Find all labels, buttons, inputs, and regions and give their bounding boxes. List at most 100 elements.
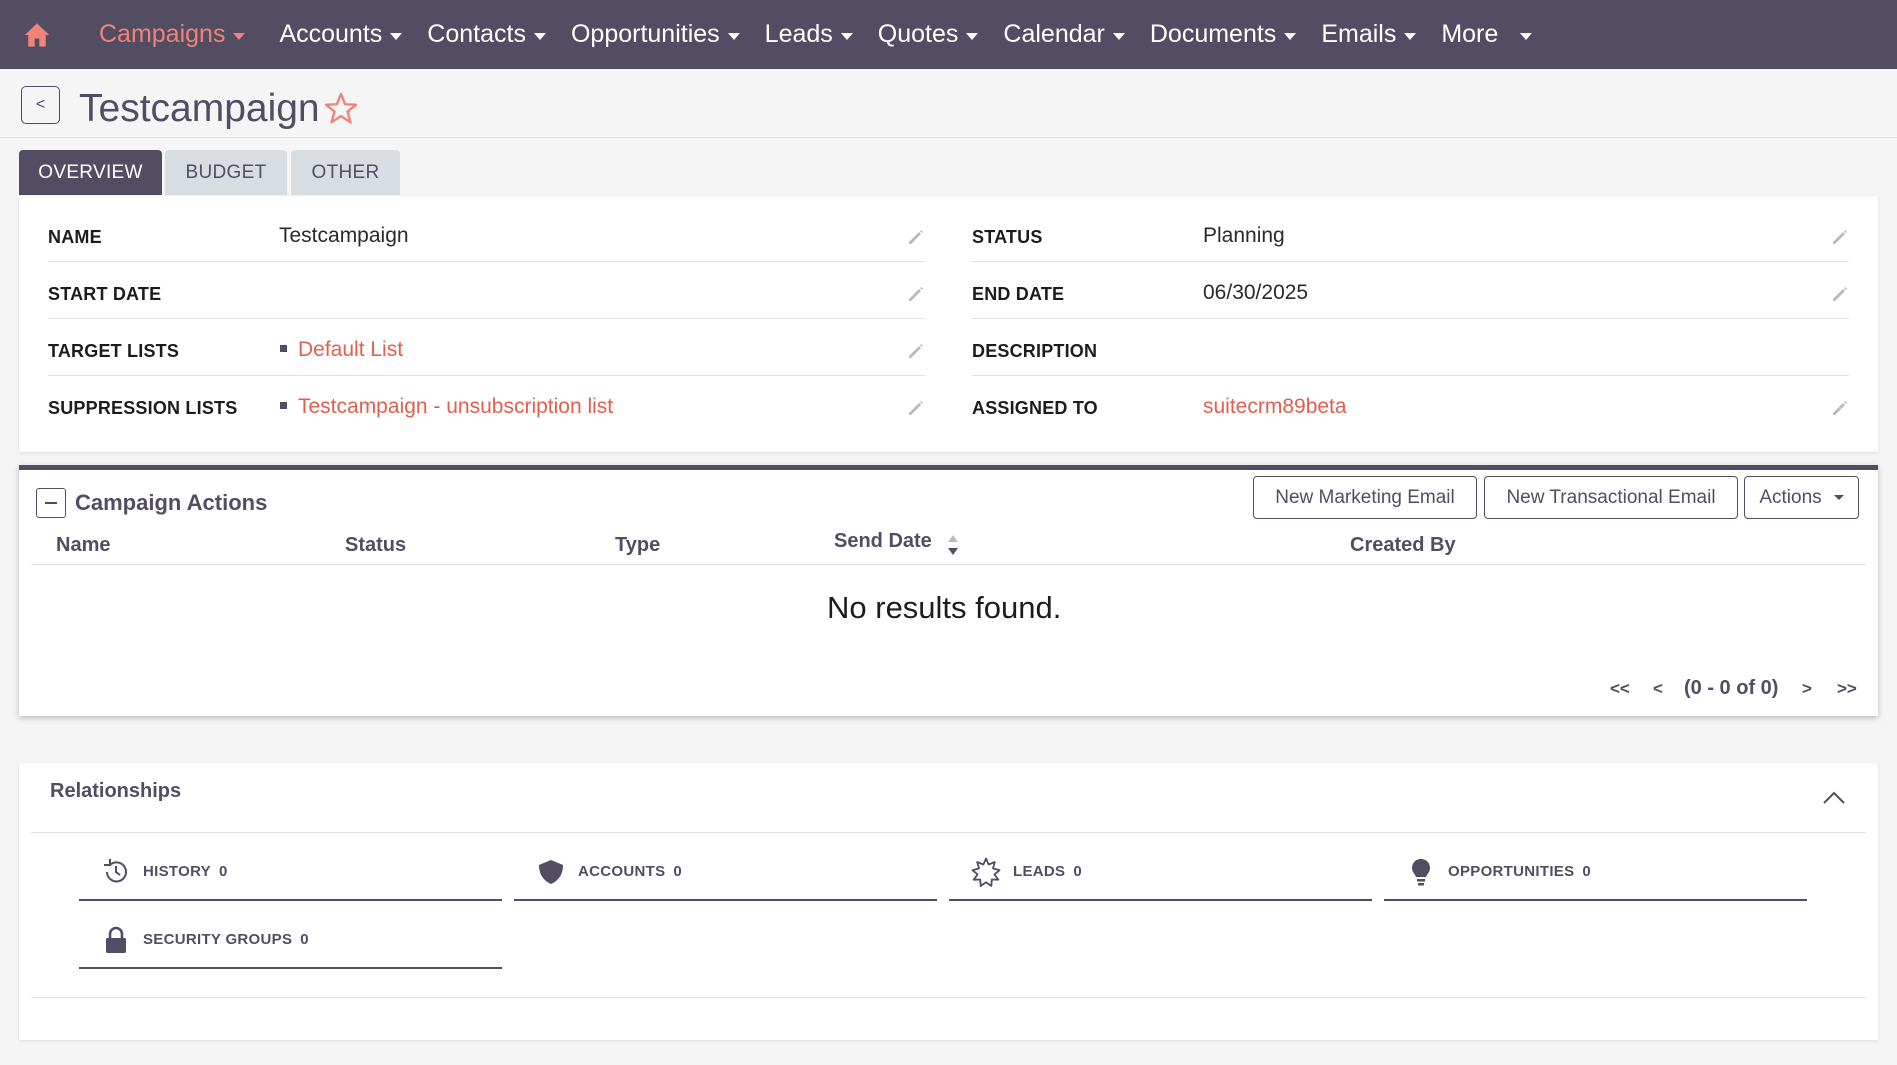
tab-label: OVERVIEW: [38, 161, 143, 183]
row-divider: [972, 261, 1849, 262]
edit-pencil-icon[interactable]: [1830, 398, 1850, 418]
chevron-up-icon[interactable]: [1822, 789, 1846, 805]
first-page-button[interactable]: <<: [1610, 679, 1630, 699]
nav-item-label: Calendar: [1003, 20, 1105, 48]
relationship-accounts[interactable]: ACCOUNTS 0: [514, 845, 937, 901]
button-label: New Marketing Email: [1275, 486, 1455, 508]
nav-item-label: Quotes: [877, 20, 959, 48]
relationships-bottom-divider: [31, 997, 1866, 998]
new-transactional-email-button[interactable]: New Transactional Email: [1484, 476, 1738, 519]
nav-item-accounts[interactable]: Accounts: [279, 0, 403, 69]
chevron-down-icon: [966, 32, 979, 40]
button-label: Actions: [1759, 486, 1822, 508]
nav-item-label: Accounts: [279, 20, 383, 48]
relationship-label: ACCOUNTS 0: [578, 863, 683, 880]
nav-item-label: Emails: [1321, 20, 1397, 48]
relationship-count: 0: [300, 931, 309, 948]
suppression-lists-value: Testcampaign - unsubscription list: [280, 395, 613, 419]
back-button-label: <: [35, 96, 46, 113]
column-header-name[interactable]: Name: [56, 534, 110, 557]
empty-state-text: No results found.: [827, 590, 1062, 625]
tab-label: BUDGET: [185, 161, 267, 183]
nav-item-more[interactable]: More: [1441, 0, 1533, 69]
home-icon: [24, 22, 50, 47]
actions-dropdown-button[interactable]: Actions: [1744, 476, 1859, 519]
tab-budget[interactable]: BUDGET: [165, 150, 287, 195]
name-label: NAME: [48, 227, 102, 247]
row-divider: [48, 318, 925, 319]
nav-item-documents[interactable]: Documents: [1150, 0, 1297, 69]
target-list-link[interactable]: Default List: [298, 338, 403, 361]
header-divider: [0, 137, 1897, 138]
relationship-count: 0: [1073, 863, 1082, 880]
description-label: DESCRIPTION: [972, 341, 1098, 361]
nav-item-calendar[interactable]: Calendar: [1003, 0, 1125, 69]
row-divider: [48, 261, 925, 262]
list-bullet: [280, 344, 287, 352]
relationship-security-groups[interactable]: SECURITY GROUPS 0: [79, 913, 502, 969]
column-header-status[interactable]: Status: [345, 534, 406, 557]
nav-item-label: Leads: [764, 20, 833, 48]
last-page-button[interactable]: >>: [1837, 679, 1857, 699]
button-label: New Transactional Email: [1506, 486, 1716, 508]
tab-other[interactable]: OTHER: [291, 150, 400, 195]
relationship-count: 0: [1582, 863, 1592, 880]
name-value: Testcampaign: [279, 224, 409, 247]
relationship-label: OPPORTUNITIES 0: [1448, 863, 1592, 880]
start-date-label: START DATE: [48, 284, 162, 304]
favorite-star-icon[interactable]: [322, 90, 360, 128]
relationships-divider: [31, 832, 1866, 833]
column-header-type[interactable]: Type: [615, 534, 660, 557]
status-value: Planning: [1203, 224, 1285, 247]
relationships-title: Relationships: [50, 780, 182, 802]
relationship-count: 0: [673, 863, 683, 880]
nav-item-contacts[interactable]: Contacts: [427, 0, 546, 69]
tab-label: OTHER: [311, 161, 380, 183]
back-button[interactable]: <: [21, 86, 60, 124]
subpanel-title: Campaign Actions: [75, 490, 268, 515]
end-date-value: 06/30/2025: [1203, 281, 1309, 304]
star-burst-icon: [971, 857, 1001, 887]
nav-item-quotes[interactable]: Quotes: [878, 0, 979, 69]
edit-pencil-icon[interactable]: [906, 227, 926, 247]
chevron-down-icon: [1112, 32, 1125, 40]
edit-pencil-icon[interactable]: [906, 284, 926, 304]
chevron-down-icon: [233, 32, 246, 40]
overview-panel: NAME Testcampaign STATUS Planning START …: [19, 196, 1878, 452]
status-label: STATUS: [972, 227, 1043, 247]
row-divider: [972, 375, 1849, 376]
tab-overview[interactable]: OVERVIEW: [19, 150, 162, 195]
nav-item-campaigns[interactable]: Campaigns: [99, 0, 246, 69]
collapse-subpanel-button[interactable]: [36, 488, 66, 518]
lightbulb-icon: [1412, 859, 1430, 886]
chevron-down-icon: [1520, 32, 1533, 40]
chevron-down-icon: [1404, 32, 1417, 40]
next-page-button[interactable]: >: [1802, 679, 1812, 699]
relationship-history[interactable]: HISTORY 0: [79, 845, 502, 901]
sort-icon[interactable]: [946, 533, 960, 557]
edit-pencil-icon[interactable]: [1830, 284, 1850, 304]
nav-item-opportunities[interactable]: Opportunities: [571, 0, 740, 69]
new-marketing-email-button[interactable]: New Marketing Email: [1253, 476, 1477, 519]
pagination-info: (0 - 0 of 0): [1684, 677, 1779, 699]
relationship-label: HISTORY 0: [143, 863, 228, 880]
nav-item-emails[interactable]: Emails: [1321, 0, 1417, 69]
relationship-opportunities[interactable]: OPPORTUNITIES 0: [1384, 845, 1807, 901]
nav-item-label: Contacts: [427, 20, 526, 48]
nav-item-leads[interactable]: Leads: [765, 0, 853, 69]
suppression-list-link[interactable]: Testcampaign - unsubscription list: [298, 395, 613, 418]
assigned-to-link[interactable]: suitecrm89beta: [1203, 395, 1347, 419]
relationship-label: LEADS 0: [1013, 863, 1082, 880]
edit-pencil-icon[interactable]: [906, 398, 926, 418]
relationship-leads[interactable]: LEADS 0: [949, 845, 1372, 901]
chevron-down-icon: [840, 32, 853, 40]
edit-pencil-icon[interactable]: [1830, 227, 1850, 247]
home-button[interactable]: [0, 0, 74, 69]
top-navigation-bar: Campaigns Accounts Contacts Opportunitie…: [0, 0, 1897, 69]
column-header-send-date[interactable]: Send Date: [834, 530, 932, 553]
column-header-created-by[interactable]: Created By: [1350, 534, 1456, 557]
previous-page-button[interactable]: <: [1653, 679, 1663, 699]
minus-icon: [45, 502, 57, 504]
edit-pencil-icon[interactable]: [906, 341, 926, 361]
nav-item-label: More: [1441, 20, 1499, 48]
